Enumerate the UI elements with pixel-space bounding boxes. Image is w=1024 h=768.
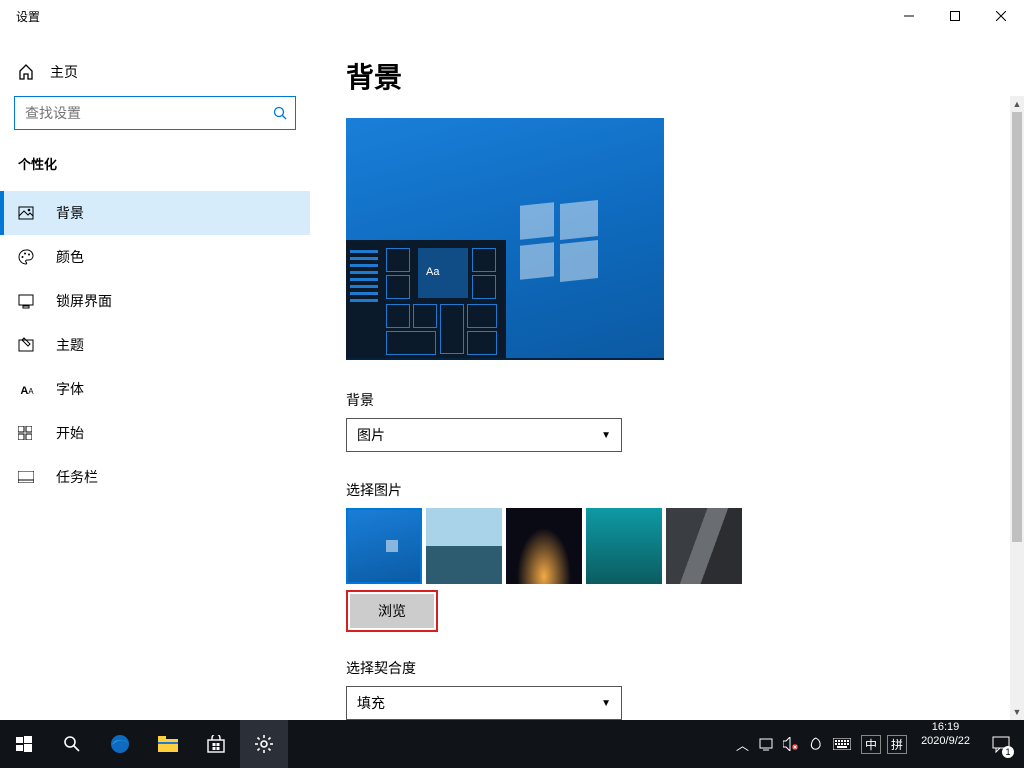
search-field[interactable] — [25, 105, 273, 121]
bg-type-dropdown[interactable]: 图片 ▼ — [346, 418, 622, 452]
section-title: 个性化 — [0, 154, 310, 191]
nav-item-start[interactable]: 开始 — [0, 411, 310, 455]
nav-label: 任务栏 — [56, 467, 98, 487]
fit-label: 选择契合度 — [346, 658, 988, 678]
window-controls — [886, 0, 1024, 32]
start-button[interactable] — [0, 720, 48, 768]
taskbar-store-button[interactable] — [192, 720, 240, 768]
taskbar-spacer — [288, 720, 730, 768]
windows-logo-icon — [520, 204, 598, 282]
thumb-1[interactable] — [346, 508, 422, 584]
ime-keyboard-icon[interactable] — [833, 738, 851, 750]
picture-icon — [18, 205, 36, 221]
ime-indicator[interactable]: 中 拼 — [861, 735, 907, 754]
thumb-5[interactable] — [666, 508, 742, 584]
chevron-down-icon: ▼ — [601, 698, 611, 709]
nav-label: 字体 — [56, 379, 84, 399]
tray-overflow-icon[interactable]: ︿ — [736, 735, 749, 754]
scroll-down-icon[interactable]: ▼ — [1010, 704, 1024, 720]
tray-app-icon[interactable] — [809, 737, 823, 751]
preview-start-menu: Aa — [346, 240, 506, 360]
nav-item-fonts[interactable]: AA 字体 — [0, 367, 310, 411]
window-title: 设置 — [0, 8, 40, 25]
search-input[interactable] — [14, 96, 296, 130]
content-scrollbar[interactable]: ▲ ▼ — [1010, 96, 1024, 720]
content-pane: 背景 Aa 背景 — [310, 32, 1024, 720]
nav-label: 主题 — [56, 335, 84, 355]
browse-highlight: 浏览 — [346, 590, 438, 632]
nav-item-lockscreen[interactable]: 锁屏界面 — [0, 279, 310, 323]
nav-item-colors[interactable]: 颜色 — [0, 235, 310, 279]
themes-icon — [18, 337, 36, 353]
action-center-button[interactable]: 1 — [978, 720, 1024, 768]
search-container — [0, 96, 310, 154]
palette-icon — [18, 249, 36, 265]
start-icon — [18, 426, 36, 440]
taskbar-explorer-button[interactable] — [144, 720, 192, 768]
nav-label: 背景 — [56, 203, 84, 223]
close-button[interactable] — [978, 0, 1024, 32]
choose-picture-label: 选择图片 — [346, 480, 988, 500]
maximize-button[interactable] — [932, 0, 978, 32]
system-tray: ︿ 中 拼 — [730, 720, 913, 768]
home-label: 主页 — [50, 62, 78, 82]
fit-dropdown[interactable]: 填充 ▼ — [346, 686, 622, 720]
thumb-4[interactable] — [586, 508, 662, 584]
clock-date: 2020/9/22 — [921, 734, 970, 748]
browse-button[interactable]: 浏览 — [350, 594, 434, 628]
page-heading: 背景 — [346, 56, 988, 96]
ime-lang-2: 拼 — [887, 735, 907, 754]
fonts-icon: AA — [18, 381, 36, 397]
taskbar-icon — [18, 471, 36, 483]
ime-lang-1: 中 — [861, 735, 881, 754]
taskbar: ︿ 中 拼 16:19 2020/9/22 1 — [0, 720, 1024, 768]
preview-tile-aa: Aa — [418, 248, 468, 298]
bg-type-value: 图片 — [357, 425, 385, 445]
search-icon — [273, 106, 287, 120]
window-titlebar: 设置 — [0, 0, 1024, 32]
notif-badge: 1 — [1002, 746, 1014, 758]
home-icon — [18, 64, 34, 80]
scroll-up-icon[interactable]: ▲ — [1010, 96, 1024, 112]
nav-item-themes[interactable]: 主题 — [0, 323, 310, 367]
volume-muted-icon[interactable] — [783, 737, 799, 751]
clock-time: 16:19 — [921, 720, 970, 734]
sidebar: 主页 个性化 背景 颜色 锁屏界面 主题 AA — [0, 32, 310, 720]
nav-label: 开始 — [56, 423, 84, 443]
home-button[interactable]: 主页 — [0, 56, 310, 96]
nav-item-background[interactable]: 背景 — [0, 191, 310, 235]
nav-item-taskbar[interactable]: 任务栏 — [0, 455, 310, 499]
taskbar-search-button[interactable] — [48, 720, 96, 768]
main-area: 主页 个性化 背景 颜色 锁屏界面 主题 AA — [0, 32, 1024, 720]
taskbar-clock[interactable]: 16:19 2020/9/22 — [913, 720, 978, 768]
fit-value: 填充 — [357, 693, 385, 713]
bg-type-label: 背景 — [346, 390, 988, 410]
thumb-2[interactable] — [426, 508, 502, 584]
thumb-3[interactable] — [506, 508, 582, 584]
nav-label: 颜色 — [56, 247, 84, 267]
chevron-down-icon: ▼ — [601, 430, 611, 441]
taskbar-settings-button[interactable] — [240, 720, 288, 768]
scroll-thumb[interactable] — [1012, 112, 1022, 542]
taskbar-edge-button[interactable] — [96, 720, 144, 768]
background-preview: Aa — [346, 118, 664, 360]
lockscreen-icon — [18, 293, 36, 309]
network-icon[interactable] — [759, 737, 773, 751]
nav-label: 锁屏界面 — [56, 291, 112, 311]
picture-thumbnails — [346, 508, 988, 584]
minimize-button[interactable] — [886, 0, 932, 32]
